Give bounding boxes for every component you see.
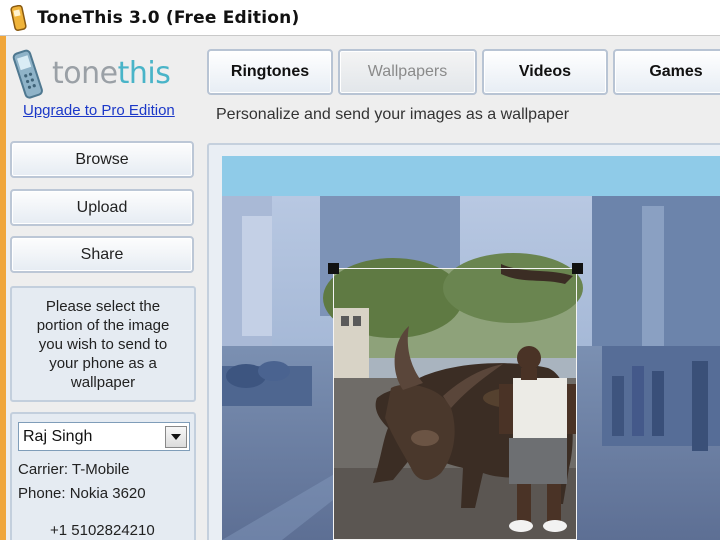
instruction-panel: Please select the portion of the image y… xyxy=(10,286,196,402)
contact-select[interactable]: Raj Singh xyxy=(18,422,190,451)
tab-wallpapers[interactable]: Wallpapers xyxy=(338,49,477,95)
contact-select-value: Raj Singh xyxy=(23,427,93,445)
instruction-text: Please select the portion of the image y… xyxy=(36,297,170,391)
phone-number-text: +1 5102824210 xyxy=(50,522,155,539)
browse-button[interactable]: Browse xyxy=(10,141,194,178)
brand-name: tonethis xyxy=(52,55,171,91)
dropdown-arrow-icon[interactable] xyxy=(165,425,187,448)
account-panel: Raj Singh Carrier: T-Mobile Phone: Nokia… xyxy=(10,412,196,540)
tab-ringtones[interactable]: Ringtones xyxy=(207,49,333,95)
tab-videos[interactable]: Videos xyxy=(482,49,608,95)
page-subtitle: Personalize and send your images as a wa… xyxy=(216,106,570,123)
upgrade-link[interactable]: Upgrade to Pro Edition xyxy=(23,102,175,119)
carrier-text: Carrier: T-Mobile xyxy=(18,461,130,478)
content-header-bar xyxy=(222,156,720,196)
title-bar: ToneThis 3.0 (Free Edition) xyxy=(0,0,720,36)
crop-handle-top-left[interactable] xyxy=(328,263,339,274)
tab-games[interactable]: Games xyxy=(613,49,720,95)
app-phone-icon xyxy=(10,4,27,31)
brand-this: this xyxy=(117,55,171,91)
phone-model-text: Phone: Nokia 3620 xyxy=(18,485,146,502)
crop-handle-top-right[interactable] xyxy=(572,263,583,274)
logo-phone-icon xyxy=(12,49,43,99)
brand-tone: tone xyxy=(52,55,118,91)
upload-button[interactable]: Upload xyxy=(10,189,194,226)
tonethis-logo: tonethis xyxy=(10,44,195,102)
share-button[interactable]: Share xyxy=(10,236,194,273)
crop-selection-box[interactable] xyxy=(333,268,577,540)
window-title: ToneThis 3.0 (Free Edition) xyxy=(37,7,300,28)
